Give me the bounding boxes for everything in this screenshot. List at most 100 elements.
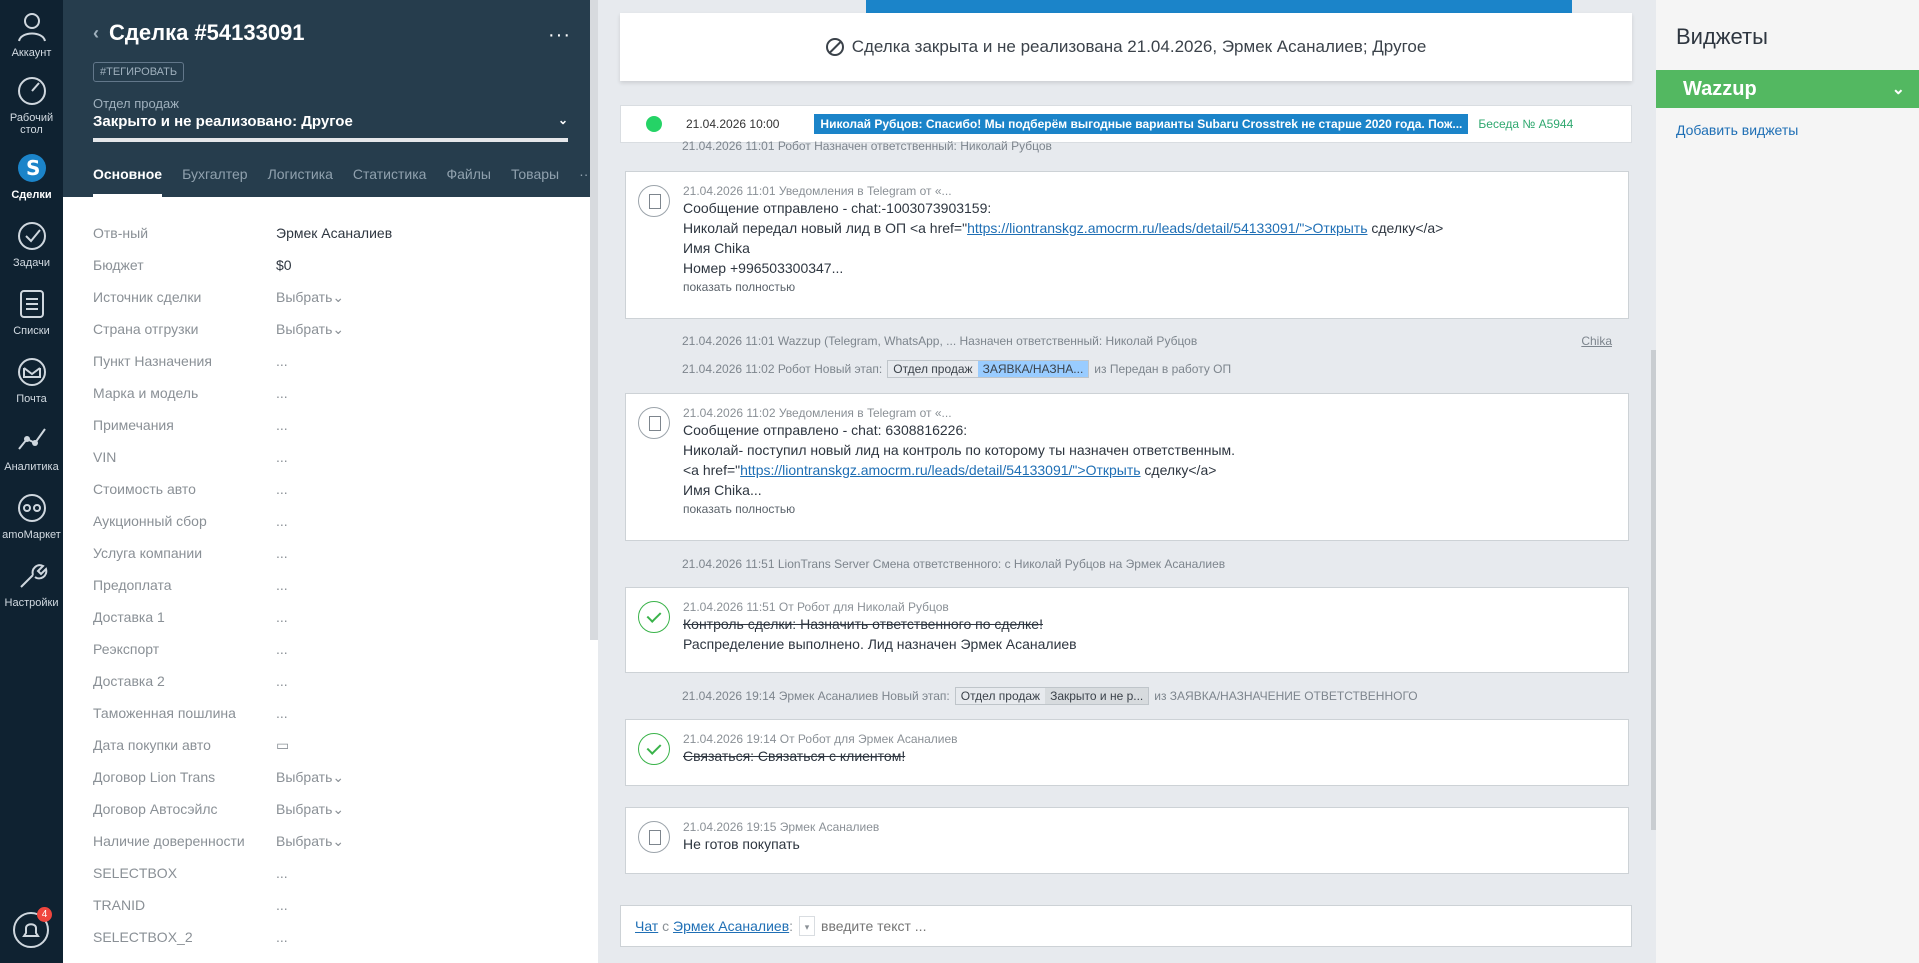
nav-lists[interactable]: Списки [0, 278, 63, 346]
deal-field[interactable]: VIN... [93, 441, 568, 473]
deal-field[interactable]: Пункт Назначения... [93, 345, 568, 377]
note-meta: 21.04.2026 19:15 Эрмек Асаналиев [683, 820, 880, 834]
nav-mail[interactable]: Почта [0, 346, 63, 414]
nav-deals[interactable]: S Сделки [0, 142, 63, 210]
deal-field[interactable]: Таможенная пошлина... [93, 697, 568, 729]
card-scrollbar[interactable] [590, 0, 598, 640]
stage-name: ЗАЯВКА/НАЗНА... [977, 361, 1089, 377]
chat-type-link[interactable]: Чат [635, 918, 658, 934]
chevron-down-icon[interactable]: ▾ [799, 916, 816, 936]
deal-field[interactable]: Договор Lion Trans Выбрать ⌄ [93, 761, 568, 793]
note-line: Имя Chika... [683, 482, 762, 498]
deal-field[interactable]: Стоимость авто... [93, 473, 568, 505]
tab-products[interactable]: Товары [511, 166, 559, 197]
tab-files[interactable]: Файлы [446, 166, 490, 197]
nav-desktop[interactable]: Рабочий стол [0, 68, 63, 142]
field-value[interactable]: ... [276, 641, 288, 657]
deal-field[interactable]: Реэкспорт... [93, 633, 568, 665]
deal-link[interactable]: https://liontranskgz.amocrm.ru/leads/det… [740, 462, 1140, 478]
deal-field[interactable]: Услуга компании... [93, 537, 568, 569]
field-value[interactable]: $0 [276, 257, 292, 273]
telegram-note: 21.04.2026 11:02 Уведомления в Telegram … [625, 393, 1629, 541]
ban-icon [825, 38, 844, 56]
deal-field[interactable]: Примечания... [93, 409, 568, 441]
deal-field[interactable]: Аукционный сбор... [93, 505, 568, 537]
stage-pipeline: Отдел продаж [893, 362, 973, 376]
more-options-icon[interactable]: ··· [548, 24, 571, 47]
note-line: Сообщение отправлено - chat: 6308816226: [683, 422, 968, 438]
nav-account[interactable]: Аккаунт [0, 0, 63, 68]
show-full-link[interactable]: показать полностью [683, 280, 1628, 294]
deal-field[interactable]: Отв-ный Эрмек Асаналиев [93, 217, 568, 249]
deal-field[interactable]: Источник сделки Выбрать ⌄ [93, 281, 568, 313]
field-value[interactable]: ... [276, 385, 288, 401]
deal-field[interactable]: TRANID... [93, 889, 568, 921]
nav-tasks[interactable]: Задачи [0, 210, 63, 278]
field-value[interactable]: ... [276, 705, 288, 721]
show-full-link[interactable]: показать полностью [683, 502, 1628, 516]
notifications-button[interactable]: 4 [12, 907, 52, 949]
deal-field[interactable]: Страна отгрузки Выбрать ⌄ [93, 313, 568, 345]
tab-main[interactable]: Основное [93, 166, 163, 197]
field-value[interactable]: Выбрать [276, 321, 332, 337]
field-value[interactable]: Эрмек Асаналиев [276, 225, 392, 241]
field-value[interactable]: ... [276, 417, 288, 433]
deal-field[interactable]: Доставка 2... [93, 665, 568, 697]
tab-accounting[interactable]: Бухгалтер [182, 166, 247, 197]
field-value[interactable]: Выбрать [276, 769, 332, 785]
nav-tasks-label: Задачи [13, 257, 50, 269]
user-icon [17, 13, 46, 42]
document-icon [638, 407, 670, 439]
field-value[interactable]: ... [276, 577, 288, 593]
chat-with-label: с [662, 918, 670, 934]
nav-analytics[interactable]: Аналитика [0, 414, 63, 482]
deal-field[interactable]: Предоплата... [93, 569, 568, 601]
field-value[interactable]: ... [276, 897, 288, 913]
field-value[interactable]: Выбрать [276, 833, 332, 849]
deal-field[interactable]: Договор Автосэйлс Выбрать ⌄ [93, 793, 568, 825]
chat-recipient-link[interactable]: Эрмек Асаналиев [673, 918, 789, 934]
feed-event: 21.04.2026 11:51 LionTrans Server Смена … [682, 557, 1226, 571]
nav-mail-label: Почта [16, 393, 47, 405]
nav-settings[interactable]: Настройки [0, 550, 63, 618]
note-text: Николай передал новый лид в ОП <a href=" [683, 220, 968, 236]
whatsapp-message-row[interactable]: 21.04.2026 10:00 Николай Рубцов: Спасибо… [620, 105, 1632, 143]
field-value[interactable]: ... [276, 449, 288, 465]
svg-text:S: S [26, 156, 40, 180]
pipeline-status-select[interactable]: Закрыто и не реализовано: Другое ⌄ [93, 113, 568, 130]
deal-field[interactable]: Марка и модель... [93, 377, 568, 409]
field-value[interactable]: ... [276, 929, 288, 945]
deal-field[interactable]: Доставка 1... [93, 601, 568, 633]
tab-statistics[interactable]: Статистика [353, 166, 427, 197]
widgets-panel: Виджеты Wazzup ⌄ Добавить виджеты [1656, 0, 1919, 963]
field-value[interactable]: Выбрать [276, 801, 332, 817]
field-value[interactable]: ... [276, 865, 288, 881]
add-widgets-link[interactable]: Добавить виджеты [1676, 122, 1919, 138]
nav-market[interactable]: amoМаркет [0, 482, 63, 550]
field-value[interactable]: ... [276, 513, 288, 529]
deal-field[interactable]: Наличие довереннoсти Выбрать ⌄ [93, 825, 568, 857]
tab-logistics[interactable]: Логистика [268, 166, 333, 197]
chevron-down-icon: ⌄ [557, 113, 568, 127]
back-chevron-icon[interactable]: ‹ [93, 23, 99, 44]
chat-message-input[interactable] [821, 918, 1322, 934]
field-value[interactable]: Выбрать [276, 289, 332, 305]
field-label: Дата покупки авто [93, 737, 211, 753]
author-link[interactable]: Chika [1581, 334, 1612, 348]
deal-field[interactable]: SELECTBOX_2... [93, 921, 568, 953]
field-value[interactable]: ... [276, 481, 288, 497]
deal-field[interactable]: Дата покупки авто ▭ [93, 729, 568, 761]
field-value[interactable]: ... [276, 353, 288, 369]
deal-field[interactable]: Бюджет $0 [93, 249, 568, 281]
deal-link[interactable]: https://liontranskgz.amocrm.ru/leads/det… [967, 220, 1367, 236]
wazzup-widget[interactable]: Wazzup ⌄ [1656, 70, 1919, 108]
field-value[interactable]: ... [276, 673, 288, 689]
field-value[interactable]: ▭ [276, 737, 289, 754]
field-value[interactable]: ... [276, 609, 288, 625]
field-value[interactable]: ... [276, 545, 288, 561]
field-label: Доставка 1 [93, 609, 165, 625]
deal-field[interactable]: SELECTBOX... [93, 857, 568, 889]
wa-chat-link[interactable]: Беседа № A5944 [1478, 117, 1573, 131]
telegram-note: 21.04.2026 11:01 Уведомления в Telegram … [625, 171, 1629, 319]
tag-button[interactable]: #ТЕГИРОВАТЬ [93, 62, 185, 82]
